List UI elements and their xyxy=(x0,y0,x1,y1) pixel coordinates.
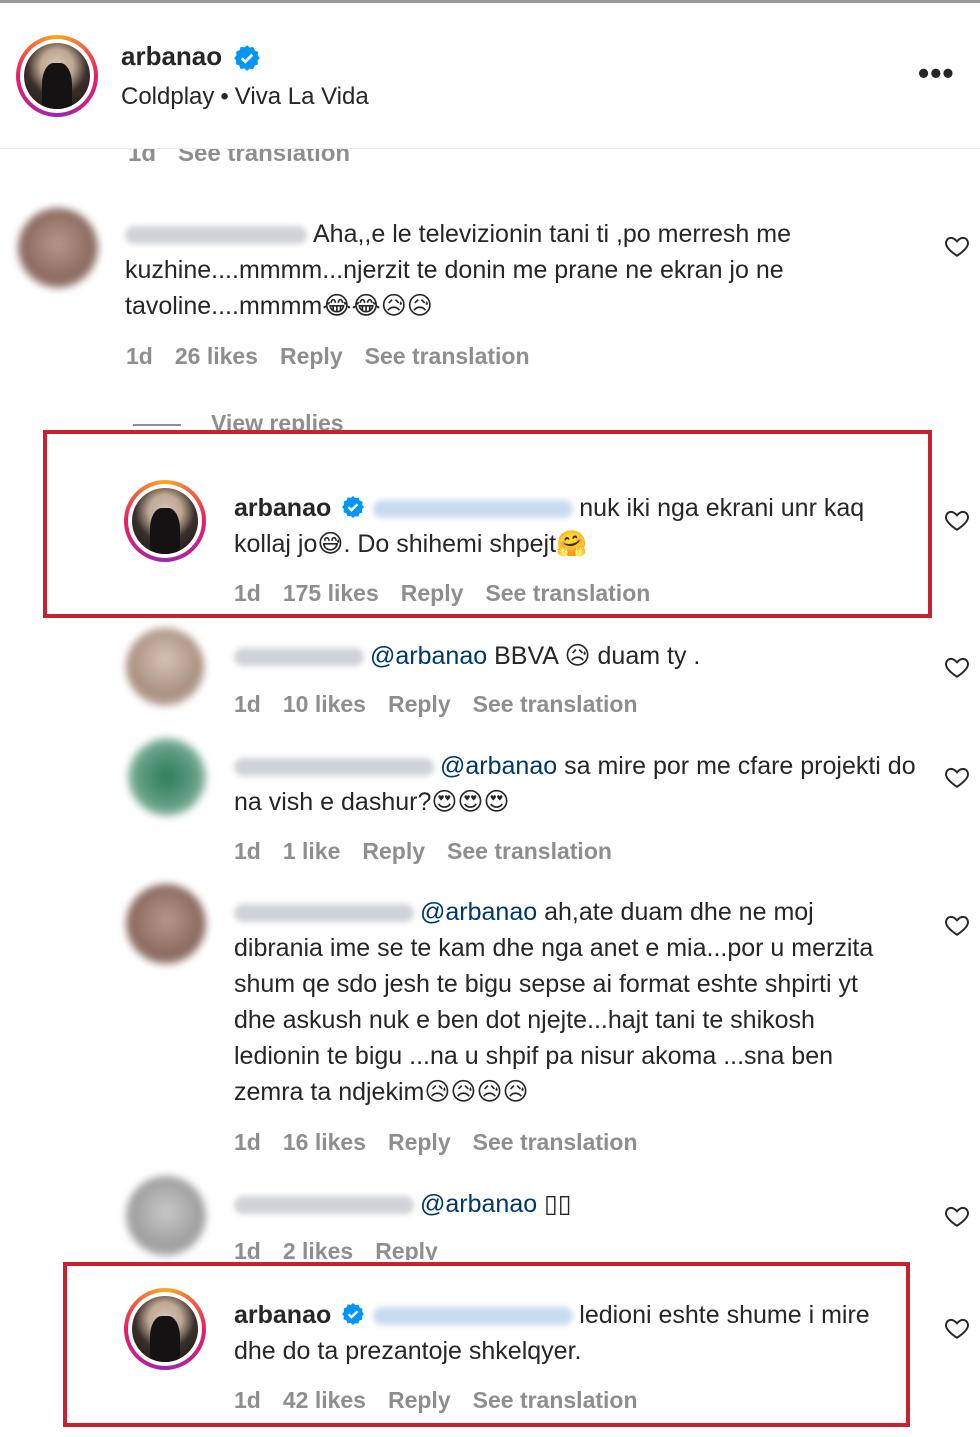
comment-meta: 1d 16 likes Reply See translation xyxy=(234,1129,638,1155)
reply-button[interactable]: Reply xyxy=(388,691,451,717)
reply-button[interactable]: Reply xyxy=(388,1387,451,1413)
mention-link[interactable]: @arbanao xyxy=(420,1190,537,1218)
verified-badge-icon xyxy=(342,496,365,519)
reply-button[interactable]: Reply xyxy=(362,838,425,864)
comment: @arbanao BBVA 😥 duam ty . xyxy=(234,638,924,674)
comment-meta: 1d 2 likes Reply xyxy=(234,1238,460,1260)
blurred-username[interactable] xyxy=(125,226,307,245)
emoji-group: 😍😍😍 xyxy=(431,788,510,816)
commenter-avatar[interactable] xyxy=(126,1176,206,1256)
author-avatar[interactable] xyxy=(124,480,206,562)
like-heart-icon[interactable] xyxy=(944,1203,970,1229)
likes-count[interactable]: 16 likes xyxy=(283,1129,366,1155)
more-options-icon[interactable]: ••• xyxy=(918,57,955,89)
comment-author[interactable]: arbanao xyxy=(234,1301,331,1329)
post-header: arbanao Coldplay • Viva La Vida ••• xyxy=(0,3,980,149)
reply-button[interactable]: Reply xyxy=(401,580,464,606)
likes-count[interactable]: 10 likes xyxy=(283,691,366,717)
comment: arbanao nuk iki nga ekrani unr kaq kollaj… xyxy=(234,494,865,558)
blurred-username[interactable] xyxy=(234,758,434,777)
commenter-avatar[interactable] xyxy=(126,628,204,706)
comment: @arbanao sa mire por me cfare projekti d… xyxy=(234,752,916,816)
view-replies-button[interactable]: View replies xyxy=(133,410,344,430)
comment-meta: 1d 1 like Reply See translation xyxy=(234,838,612,864)
like-heart-icon[interactable] xyxy=(944,233,970,259)
author-avatar[interactable] xyxy=(16,35,98,117)
commenter-avatar[interactable] xyxy=(128,738,206,816)
author-avatar[interactable] xyxy=(124,1288,206,1370)
mention-link[interactable]: @arbanao xyxy=(440,752,557,780)
comment: Aha,,e le televizionin tani ti ,po merre… xyxy=(125,220,792,320)
like-heart-icon[interactable] xyxy=(944,764,970,790)
comment-meta: 1d 175 likes Reply See translation xyxy=(234,580,651,606)
song-name: Viva La Vida xyxy=(234,83,369,110)
comment-meta: 1d 10 likes Reply See translation xyxy=(234,691,638,717)
see-translation-link[interactable]: See translation xyxy=(473,691,638,717)
separator: • xyxy=(220,83,229,110)
emoji: 😥 xyxy=(564,642,591,670)
verified-badge-icon xyxy=(234,45,260,71)
like-heart-icon[interactable] xyxy=(944,507,970,533)
blurred-username[interactable] xyxy=(234,648,364,667)
blurred-mention[interactable] xyxy=(373,1307,574,1326)
commenter-avatar[interactable] xyxy=(126,884,206,964)
blurred-mention[interactable] xyxy=(373,500,574,519)
blurred-username[interactable] xyxy=(234,1196,414,1215)
emoji-group: 😂😂😥😥 xyxy=(322,292,433,320)
likes-count[interactable]: 1 like xyxy=(283,838,341,864)
reply-button[interactable]: Reply xyxy=(388,1129,451,1155)
see-translation-link[interactable]: See translation xyxy=(473,1129,638,1155)
mention-link[interactable]: @arbanao xyxy=(420,898,537,926)
likes-count[interactable]: 175 likes xyxy=(283,580,379,606)
commenter-avatar[interactable] xyxy=(18,208,98,288)
comment-author[interactable]: arbanao xyxy=(234,494,331,522)
blurred-username[interactable] xyxy=(234,904,414,923)
emoji: 🤗 xyxy=(556,530,588,558)
like-heart-icon[interactable] xyxy=(944,912,970,938)
comment: @arbanao ▯▯ xyxy=(234,1186,894,1222)
emoji-group: 😥😥😥😥 xyxy=(424,1078,529,1106)
audio-track[interactable]: Coldplay • Viva La Vida xyxy=(121,83,369,111)
comment: arbanao ledioni eshte shume i mire dhe do… xyxy=(234,1301,870,1365)
see-translation-link[interactable]: See translation xyxy=(365,343,530,369)
verified-badge-icon xyxy=(342,1303,365,1326)
comment-meta: 1d 26 likes Reply See translation xyxy=(126,343,530,369)
like-heart-icon[interactable] xyxy=(944,1315,970,1341)
like-heart-icon[interactable] xyxy=(944,654,970,680)
author-username[interactable]: arbanao xyxy=(121,41,222,72)
likes-count[interactable]: 2 likes xyxy=(283,1238,353,1260)
likes-count[interactable]: 26 likes xyxy=(175,343,258,369)
comment-meta: 1d 42 likes Reply See translation xyxy=(234,1387,638,1413)
likes-count[interactable]: 42 likes xyxy=(283,1387,366,1413)
artist-name: Coldplay xyxy=(121,83,215,110)
mention-link[interactable]: @arbanao xyxy=(370,642,487,670)
see-translation-link[interactable]: See translation xyxy=(473,1387,638,1413)
emoji: 😅 xyxy=(317,530,344,558)
view-replies-line xyxy=(133,423,181,426)
see-translation-link[interactable]: See translation xyxy=(447,838,612,864)
comment: @arbanao ah,ate duam dhe ne moj dibrania… xyxy=(234,898,874,1106)
reply-button[interactable]: Reply xyxy=(375,1238,438,1260)
reply-button[interactable]: Reply xyxy=(280,343,343,369)
see-translation-link[interactable]: See translation xyxy=(485,580,650,606)
